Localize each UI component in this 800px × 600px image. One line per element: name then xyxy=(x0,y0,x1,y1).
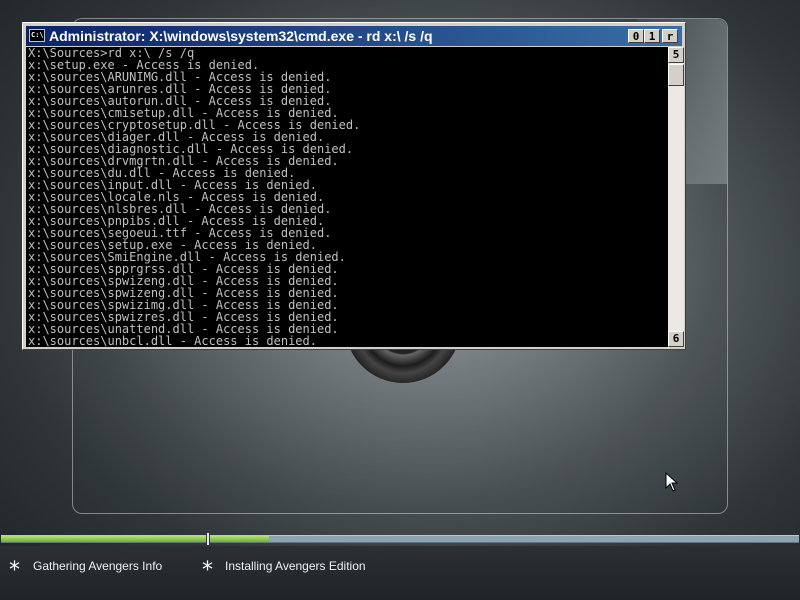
scroll-up-button[interactable]: 5 xyxy=(668,47,684,63)
progress-bar-step-1 xyxy=(1,535,206,543)
step-2-bullet-icon: * xyxy=(202,558,213,583)
minimize-button[interactable]: 0 xyxy=(628,29,644,43)
setup-steps-footer: * Gathering Avengers Info * Installing A… xyxy=(0,546,800,600)
console-output[interactable]: X:\Sources>rd x:\ /s /q x:\setup.exe - Ac… xyxy=(26,47,668,347)
title-bar[interactable]: C:\ Administrator: X:\windows\system32\c… xyxy=(26,26,682,46)
step-2-label: Installing Avengers Edition xyxy=(225,559,366,573)
scroll-thumb[interactable] xyxy=(668,64,684,86)
progress-divider xyxy=(207,533,209,545)
console-line: x:\sources\unbcl.dll - Access is denied. xyxy=(28,334,317,347)
close-button[interactable]: r xyxy=(662,29,678,43)
setup-progress xyxy=(0,532,800,546)
setup-desktop: C:\ Administrator: X:\windows\system32\c… xyxy=(0,0,800,600)
progress-fill-step-1 xyxy=(1,536,206,542)
window-title: Administrator: X:\windows\system32\cmd.e… xyxy=(49,28,433,44)
progress-fill-step-2 xyxy=(210,536,269,542)
progress-bar-step-2 xyxy=(210,535,799,543)
maximize-button[interactable]: 1 xyxy=(644,29,660,43)
step-1-label: Gathering Avengers Info xyxy=(33,559,163,573)
cmd-icon[interactable]: C:\ xyxy=(29,29,45,42)
cmd-window[interactable]: C:\ Administrator: X:\windows\system32\c… xyxy=(22,22,686,350)
step-1-bullet-icon: * xyxy=(9,558,20,583)
vertical-scrollbar[interactable]: 5 6 xyxy=(668,47,684,347)
scroll-down-button[interactable]: 6 xyxy=(668,331,684,347)
mouse-cursor-icon xyxy=(665,472,679,492)
